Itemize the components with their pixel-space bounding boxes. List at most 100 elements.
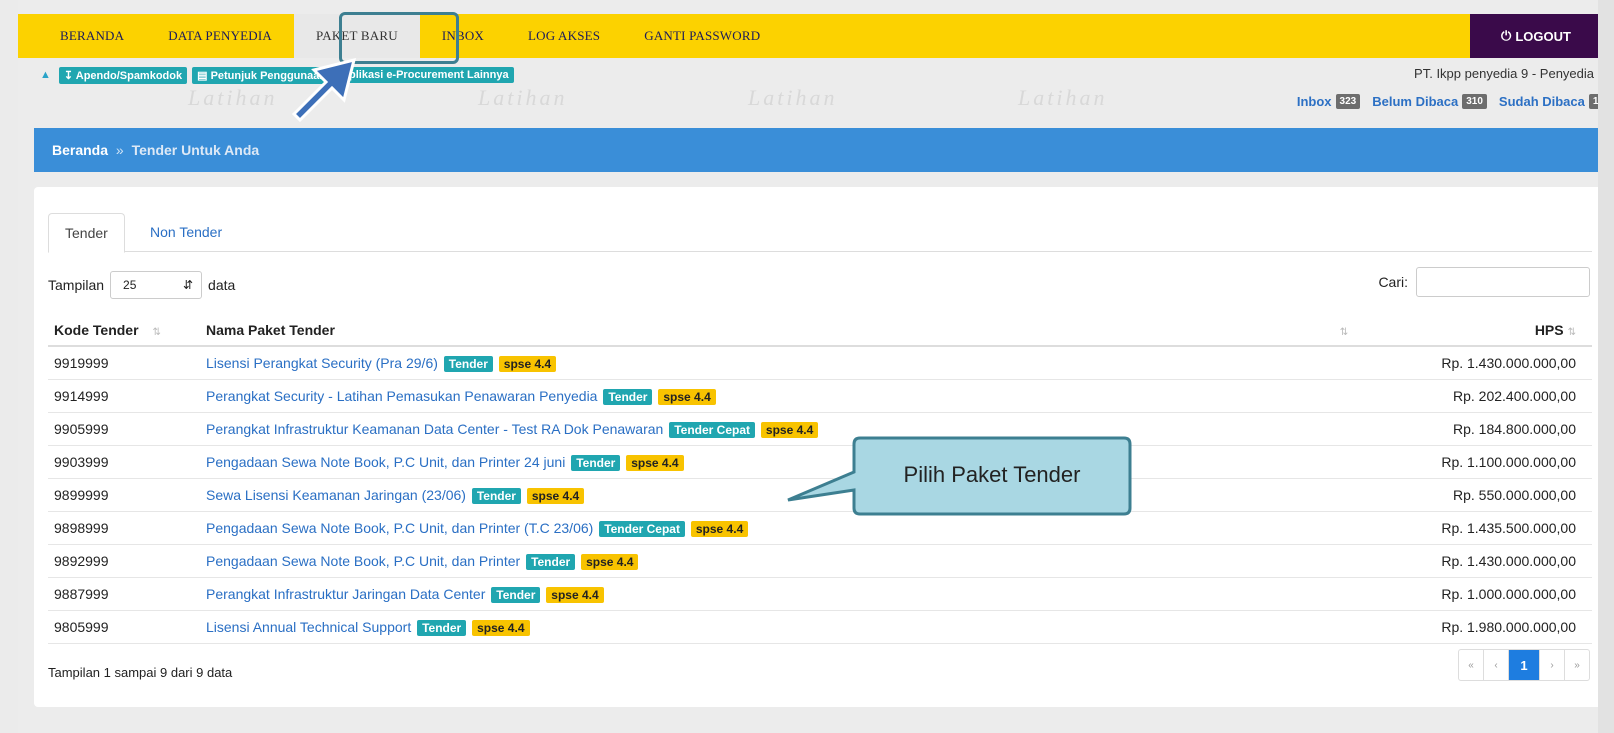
tender-code: 9898999	[48, 511, 200, 545]
inbox-link[interactable]: Inbox	[1297, 94, 1332, 109]
tender-name-link[interactable]: Pengadaan Sewa Note Book, P.C Unit, dan …	[206, 520, 593, 536]
tender-type-badge: Tender	[417, 620, 467, 636]
user-info: PT. Ikpp penyedia 9 - Penyedia	[1414, 66, 1594, 81]
table-info: Tampilan 1 sampai 9 dari 9 data	[48, 665, 233, 680]
spse-version-badge: spse 4.4	[526, 488, 585, 504]
spse-version-badge: spse 4.4	[581, 554, 639, 570]
watermark-text: Latihan	[188, 85, 278, 110]
tender-code: 9919999	[48, 346, 200, 380]
tender-type-badge: Tender	[571, 455, 621, 471]
page-1-button[interactable]: 1	[1509, 650, 1540, 680]
hps-value: Rp. 1.430.000.000,00	[1370, 346, 1592, 380]
spse-version-badge: spse 4.4	[472, 620, 530, 636]
sort-icon: ⇅	[152, 327, 161, 338]
code-header-label: Kode Tender	[54, 322, 139, 338]
table-row[interactable]: 9914999 Perangkat Security - Latihan Pema…	[48, 379, 1592, 413]
page-prev-button[interactable]: ‹	[1484, 650, 1509, 680]
nav-log-akses[interactable]: LOG AKSES	[506, 14, 622, 58]
tender-name-cell: Perangkat Security - Latihan Pemasukan P…	[200, 379, 1370, 413]
tender-type-badge: Tender	[603, 389, 653, 405]
hps-value: Rp. 202.400.000,00	[1370, 379, 1592, 413]
download-apendo-button[interactable]: ↧ Apendo/Spamkodok	[58, 66, 188, 84]
sort-icon: ⇅	[1339, 327, 1349, 338]
spse-version-badge: spse 4.4	[658, 389, 716, 405]
column-header-sort[interactable]: ⇅	[1318, 315, 1370, 347]
unread-count-badge: 310	[1462, 94, 1487, 109]
tender-code: 9805999	[48, 610, 200, 644]
tender-name-link[interactable]: Lisensi Perangkat Security (Pra 29/6)	[206, 355, 438, 371]
spse-version-badge: spse 4.4	[690, 521, 749, 537]
column-header-name[interactable]: Nama Paket Tender	[200, 315, 1318, 347]
search-label: Cari:	[1378, 274, 1408, 290]
tab-tender[interactable]: Tender	[48, 213, 125, 253]
search-input[interactable]	[1416, 267, 1590, 297]
breadcrumb-current: Tender Untuk Anda	[131, 142, 260, 158]
data-label: data	[208, 277, 236, 293]
top-navbar: BERANDA DATA PENYEDIA PAKET BARU INBOX L…	[18, 14, 1614, 58]
tender-type-badge: Tender	[443, 356, 493, 372]
inbox-summary: Inbox 323 Belum Dibaca 310 Sudah Dibaca …	[1297, 94, 1608, 109]
tender-type-badge: Tender	[526, 554, 576, 570]
tender-code: 9899999	[48, 478, 200, 512]
tender-name-cell: Pengadaan Sewa Note Book, P.C Unit, dan …	[200, 544, 1370, 578]
nav-beranda[interactable]: BERANDA	[18, 14, 146, 58]
tender-name-link[interactable]: Sewa Lisensi Keamanan Jaringan (23/06)	[206, 487, 466, 503]
breadcrumb-home[interactable]: Beranda	[52, 142, 108, 158]
tender-code: 9903999	[48, 445, 200, 479]
table-header-row: Kode Tender ⇅ Nama Paket Tender ⇅ HPS ⇅	[48, 315, 1592, 347]
pointer-arrow-icon	[291, 57, 357, 123]
spse-version-badge: spse 4.4	[626, 455, 684, 471]
page-last-button[interactable]: »	[1565, 650, 1589, 680]
table-row[interactable]: 9892999 Pengadaan Sewa Note Book, P.C Uni…	[48, 544, 1592, 578]
watermark-text: Latihan	[478, 85, 568, 110]
page-first-button[interactable]: «	[1459, 650, 1484, 680]
callout-text: Pilih Paket Tender	[903, 462, 1081, 487]
table-row[interactable]: 9919999 Lisensi Perangkat Security (Pra 2…	[48, 346, 1592, 380]
tender-code: 9887999	[48, 577, 200, 611]
logout-button[interactable]: ⏻ LOGOUT	[1470, 14, 1602, 58]
hps-value: Rp. 550.000.000,00	[1370, 478, 1592, 512]
updown-icon: ⇵	[182, 278, 194, 292]
hps-header-label: HPS	[1534, 322, 1564, 338]
page-size-value: 25	[123, 278, 137, 292]
nav-ganti-password[interactable]: GANTI PASSWORD	[622, 14, 782, 58]
tender-name-link[interactable]: Perangkat Infrastruktur Jaringan Data Ce…	[206, 586, 485, 602]
column-header-hps[interactable]: HPS ⇅	[1370, 315, 1592, 347]
collapse-chevron-icon[interactable]: ▲	[40, 69, 51, 81]
breadcrumb-separator: »	[115, 142, 124, 158]
tender-type-badge: Tender Cepat	[669, 422, 755, 438]
hps-value: Rp. 1.980.000.000,00	[1370, 610, 1592, 644]
hps-value: Rp. 1.100.000.000,00	[1370, 445, 1592, 479]
tender-type-badge: Tender	[471, 488, 521, 504]
tender-name-link[interactable]: Lisensi Annual Technical Support	[206, 619, 411, 635]
hps-value: Rp. 1.435.500.000,00	[1370, 511, 1592, 545]
app-frame: BERANDA DATA PENYEDIA PAKET BARU INBOX L…	[18, 0, 1614, 733]
tender-name-link[interactable]: Perangkat Security - Latihan Pemasukan P…	[206, 388, 597, 404]
name-header-label: Nama Paket Tender	[206, 322, 335, 338]
inbox-count-badge: 323	[1335, 94, 1361, 109]
tender-name-link[interactable]: Pengadaan Sewa Note Book, P.C Unit, dan …	[206, 454, 565, 470]
column-header-code[interactable]: Kode Tender ⇅	[48, 315, 200, 347]
spse-version-badge: spse 4.4	[546, 587, 604, 603]
page-next-button[interactable]: ›	[1540, 650, 1565, 680]
nav-data-penyedia[interactable]: DATA PENYEDIA	[146, 14, 294, 58]
unread-link[interactable]: Belum Dibaca	[1372, 94, 1458, 109]
tender-name-cell: Perangkat Infrastruktur Jaringan Data Ce…	[200, 577, 1370, 611]
tender-name-link[interactable]: Pengadaan Sewa Note Book, P.C Unit, dan …	[206, 553, 520, 569]
tender-name-link[interactable]: Perangkat Infrastruktur Keamanan Data Ce…	[206, 421, 663, 437]
watermark-text: Latihan	[1018, 85, 1108, 110]
sort-icon: ⇅	[1567, 327, 1576, 338]
pagination: « ‹ 1 › »	[1458, 649, 1590, 681]
tender-type-badge: Tender	[491, 587, 541, 603]
table-row[interactable]: 9887999 Perangkat Infrastruktur Jaringan …	[48, 577, 1592, 611]
page-size-select[interactable]: 25 ⇵	[110, 271, 203, 299]
hps-value: Rp. 1.000.000.000,00	[1370, 577, 1592, 611]
table-row[interactable]: 9805999 Lisensi Annual Technical Support …	[48, 610, 1592, 644]
hps-value: Rp. 1.430.000.000,00	[1370, 544, 1592, 578]
logout-label: LOGOUT	[1515, 28, 1571, 44]
watermark-text: Latihan	[748, 85, 838, 110]
tab-non-tender[interactable]: Non Tender	[134, 213, 238, 251]
read-link[interactable]: Sudah Dibaca	[1499, 94, 1585, 109]
tab-bar: Tender Non Tender	[48, 205, 1592, 253]
show-label: Tampilan	[48, 277, 105, 293]
